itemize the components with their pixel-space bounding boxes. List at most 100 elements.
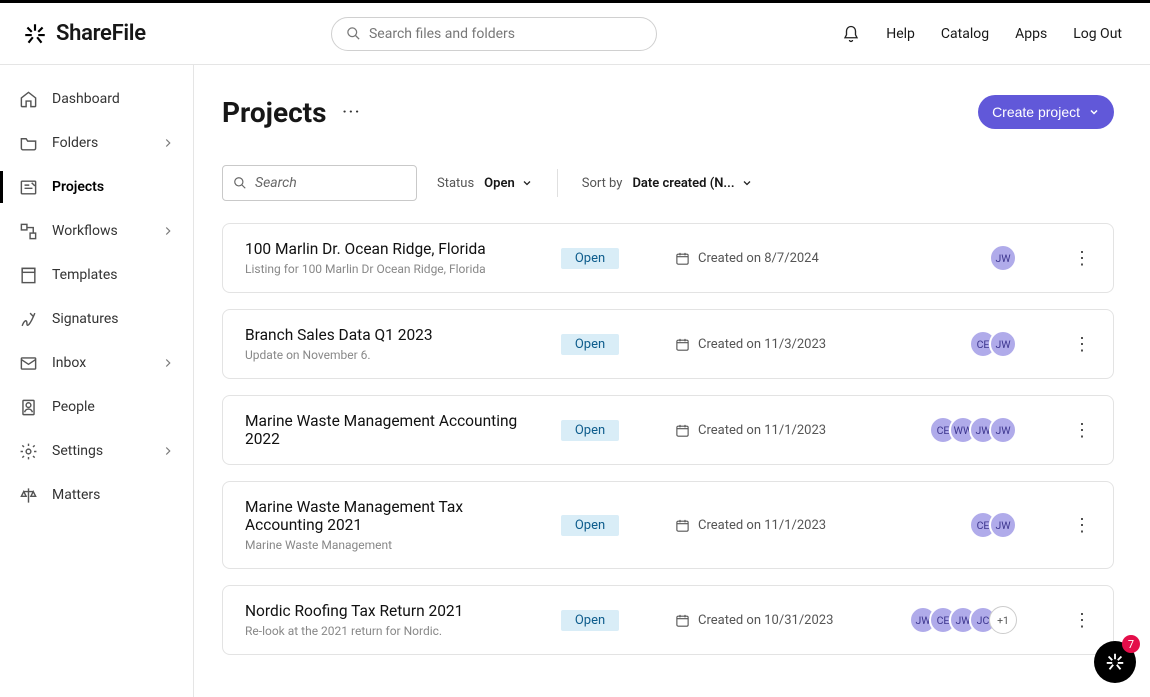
- workflows-icon: [18, 221, 38, 241]
- project-card[interactable]: 100 Marlin Dr. Ocean Ridge, Florida Listi…: [222, 223, 1114, 293]
- chevron-down-icon: [1088, 106, 1100, 118]
- sidebar-item-projects[interactable]: Projects: [0, 165, 193, 209]
- sidebar-item-signatures[interactable]: Signatures: [0, 297, 193, 341]
- create-project-button[interactable]: Create project: [978, 95, 1114, 129]
- project-card[interactable]: Nordic Roofing Tax Return 2021 Re-look at…: [222, 585, 1114, 655]
- avatar[interactable]: JW: [989, 330, 1017, 358]
- top-bar: ShareFile Search files and folders Help …: [0, 3, 1150, 65]
- project-title: 100 Marlin Dr. Ocean Ridge, Florida: [245, 240, 545, 258]
- sidebar-item-label: Inbox: [52, 355, 147, 371]
- sidebar-item-templates[interactable]: Templates: [0, 253, 193, 297]
- avatar[interactable]: JW: [989, 416, 1017, 444]
- project-subtitle: Listing for 100 Marlin Dr Ocean Ridge, F…: [245, 262, 545, 276]
- chevron-right-icon: [161, 356, 175, 370]
- global-search[interactable]: Search files and folders: [331, 17, 657, 51]
- project-menu[interactable]: ⋮: [1073, 334, 1091, 355]
- avatar-stack: CEJW: [969, 330, 1017, 358]
- status-filter[interactable]: Status Open: [437, 176, 533, 191]
- calendar-icon: [675, 613, 690, 628]
- project-card[interactable]: Branch Sales Data Q1 2023Update on Novem…: [222, 309, 1114, 379]
- sidebar-item-label: Folders: [52, 135, 147, 151]
- calendar-icon: [675, 337, 690, 352]
- avatar[interactable]: JW: [989, 511, 1017, 539]
- sidebar-item-label: People: [52, 399, 175, 415]
- people-icon: [18, 397, 38, 417]
- nav-logout[interactable]: Log Out: [1073, 26, 1122, 42]
- project-title: Nordic Roofing Tax Return 2021: [245, 602, 545, 620]
- project-card[interactable]: Marine Waste Management Tax Accounting 2…: [222, 481, 1114, 569]
- status-badge: Open: [561, 610, 619, 631]
- project-created: Created on 11/1/2023: [675, 518, 885, 533]
- sort-filter-label: Sort by: [582, 176, 623, 191]
- sidebar-item-dashboard[interactable]: Dashboard: [0, 77, 193, 121]
- status-badge: Open: [561, 515, 619, 536]
- status-filter-label: Status: [437, 176, 474, 191]
- calendar-icon: [675, 251, 690, 266]
- templates-icon: [18, 265, 38, 285]
- brand-name: ShareFile: [56, 21, 146, 46]
- sort-filter[interactable]: Sort by Date created (N...: [582, 176, 753, 191]
- project-subtitle: Re-look at the 2021 return for Nordic.: [245, 624, 545, 638]
- nav-help[interactable]: Help: [886, 26, 915, 42]
- help-fab[interactable]: 7: [1094, 641, 1136, 683]
- folders-icon: [18, 133, 38, 153]
- sidebar-item-label: Settings: [52, 443, 147, 459]
- project-title: Branch Sales Data Q1 2023: [245, 326, 545, 344]
- project-card[interactable]: Marine Waste Management Accounting 2022 O…: [222, 395, 1114, 465]
- status-badge: Open: [561, 248, 619, 269]
- project-menu[interactable]: ⋮: [1073, 515, 1091, 536]
- sidebar-item-matters[interactable]: Matters: [0, 473, 193, 517]
- nav-catalog[interactable]: Catalog: [941, 26, 989, 42]
- divider: [557, 169, 558, 197]
- projects-icon: [18, 177, 38, 197]
- main-content: Projects ··· Create project Search Statu…: [194, 65, 1150, 697]
- sidebar-item-people[interactable]: People: [0, 385, 193, 429]
- sidebar: Dashboard Folders Projects Workflows Templat…: [0, 65, 194, 697]
- sidebar-item-label: Workflows: [52, 223, 147, 239]
- nav-apps[interactable]: Apps: [1015, 26, 1047, 42]
- status-filter-value: Open: [484, 176, 515, 191]
- fab-badge: 7: [1122, 635, 1140, 653]
- top-nav: Help Catalog Apps Log Out: [842, 24, 1122, 44]
- project-menu[interactable]: ⋮: [1073, 248, 1091, 269]
- sidebar-item-inbox[interactable]: Inbox: [0, 341, 193, 385]
- global-search-placeholder: Search files and folders: [369, 26, 515, 42]
- project-created: Created on 8/7/2024: [675, 251, 885, 266]
- project-title: Marine Waste Management Accounting 2022: [245, 412, 545, 448]
- chevron-right-icon: [161, 136, 175, 150]
- avatar-more[interactable]: +1: [989, 606, 1017, 634]
- settings-icon: [18, 441, 38, 461]
- project-created: Created on 11/1/2023: [675, 423, 885, 438]
- avatar-stack: JW: [989, 244, 1017, 272]
- filter-row: Search Status Open Sort by Date created …: [222, 165, 1114, 201]
- sidebar-item-workflows[interactable]: Workflows: [0, 209, 193, 253]
- project-menu[interactable]: ⋮: [1073, 610, 1091, 631]
- signatures-icon: [18, 309, 38, 329]
- project-menu[interactable]: ⋮: [1073, 420, 1091, 441]
- sidebar-item-label: Projects: [52, 179, 175, 195]
- sidebar-item-label: Dashboard: [52, 91, 175, 107]
- chevron-right-icon: [161, 444, 175, 458]
- sharefile-logo-icon: [1104, 651, 1126, 673]
- avatar-stack: CEJW: [969, 511, 1017, 539]
- page-actions-menu[interactable]: ···: [343, 104, 362, 120]
- page-header: Projects ··· Create project: [222, 95, 1114, 129]
- sidebar-item-settings[interactable]: Settings: [0, 429, 193, 473]
- sidebar-item-folders[interactable]: Folders: [0, 121, 193, 165]
- brand-logo[interactable]: ShareFile: [22, 21, 146, 47]
- chevron-down-icon: [741, 177, 753, 189]
- sidebar-item-label: Matters: [52, 487, 175, 503]
- project-search[interactable]: Search: [222, 165, 417, 201]
- status-badge: Open: [561, 420, 619, 441]
- avatar[interactable]: JW: [989, 244, 1017, 272]
- search-icon: [346, 26, 361, 41]
- project-created: Created on 11/3/2023: [675, 337, 885, 352]
- dashboard-icon: [18, 89, 38, 109]
- avatar-stack: JWCEJWJC+1: [909, 606, 1017, 634]
- sharefile-logo-icon: [22, 21, 48, 47]
- search-icon: [233, 176, 247, 190]
- calendar-icon: [675, 423, 690, 438]
- avatar-stack: CEWWJWJW: [929, 416, 1017, 444]
- project-list: 100 Marlin Dr. Ocean Ridge, Florida Listi…: [222, 223, 1114, 655]
- bell-icon[interactable]: [842, 24, 860, 44]
